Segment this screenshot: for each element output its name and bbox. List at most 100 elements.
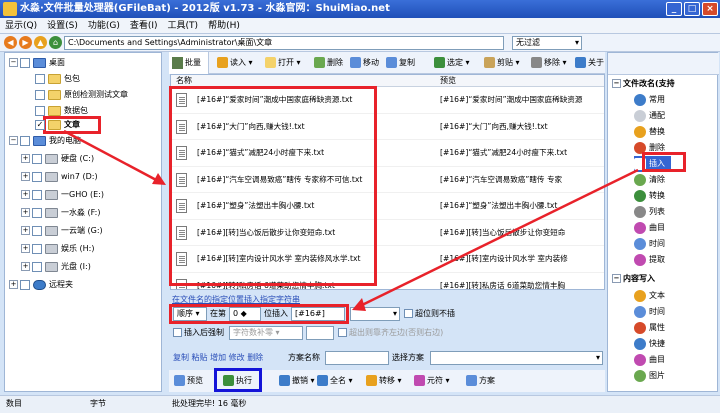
copy-button[interactable]: 复制 (386, 55, 415, 71)
modify-link[interactable]: 修改 (229, 353, 245, 362)
function-item[interactable]: 通配 (634, 108, 665, 124)
expand-icon[interactable]: + (21, 154, 30, 163)
expand-icon[interactable]: + (21, 172, 30, 181)
function-item[interactable]: 属性 (634, 320, 665, 336)
checkbox[interactable] (32, 261, 42, 272)
preview-button[interactable]: 预览 (174, 373, 203, 389)
add-link[interactable]: 增加 (210, 353, 226, 362)
tree-item-drive[interactable]: + 娱乐 (H:) (21, 241, 95, 257)
menu-help[interactable]: 帮助(H) (203, 18, 245, 34)
open-button[interactable]: 打开 ▾ (265, 55, 301, 71)
checkbox[interactable] (32, 171, 42, 182)
expand-icon[interactable]: + (21, 226, 30, 235)
expand-icon[interactable]: + (21, 208, 30, 217)
checkbox[interactable] (338, 328, 347, 337)
skip-exceed-option[interactable]: 超位则不插 (404, 307, 455, 321)
checkbox[interactable] (32, 225, 42, 236)
tree-item-drive[interactable]: + win7 (D:) (21, 169, 98, 185)
insert-text-input[interactable]: [#16#] (291, 307, 345, 321)
menu-function[interactable]: 功能(G) (83, 18, 125, 34)
expand-icon[interactable]: + (21, 244, 30, 253)
delete-button[interactable]: 删除 (314, 55, 343, 71)
close-button[interactable]: × (702, 2, 718, 16)
checkbox[interactable] (20, 57, 30, 68)
char-count-stepper[interactable] (306, 326, 334, 340)
insert-force-option[interactable]: 插入后强制 (173, 326, 224, 340)
group-rename[interactable]: − 文件改名(支持 (612, 77, 675, 91)
menu-view[interactable]: 查看(I) (125, 18, 163, 34)
char-format-select[interactable]: 字符数补零 ▾ (229, 326, 303, 340)
expand-icon[interactable]: + (21, 262, 30, 271)
checkbox[interactable] (35, 89, 45, 100)
column-preview[interactable]: 预览 (440, 75, 456, 87)
fullname-button[interactable]: 全名 ▾ (317, 373, 353, 389)
checkbox[interactable] (35, 73, 45, 84)
function-item[interactable]: 图片 (634, 368, 665, 384)
up-icon[interactable]: ▲ (34, 36, 47, 49)
collapse-icon[interactable]: − (612, 79, 621, 88)
delete-link[interactable]: 删除 (247, 353, 263, 362)
back-icon[interactable]: ◀ (4, 36, 17, 49)
function-item[interactable]: 时间 (634, 304, 665, 320)
function-item[interactable]: 曲目 (634, 220, 665, 236)
select-button[interactable]: 选定 ▾ (434, 55, 470, 71)
scheme-select[interactable]: ▾ (430, 351, 603, 365)
tree-item-drive[interactable]: + 一云端 (G:) (21, 223, 103, 239)
checkbox[interactable] (32, 189, 42, 200)
copy-link[interactable]: 复制 (173, 353, 189, 362)
tree-item-folder[interactable]: 原创检测测试文章 (35, 87, 128, 103)
remove-button[interactable]: 移除 ▾ (531, 55, 567, 71)
paste-link[interactable]: 粘贴 (192, 353, 208, 362)
function-item[interactable]: 时间 (634, 236, 665, 252)
collapse-icon[interactable]: − (9, 136, 18, 145)
tree-item-network[interactable]: + 远程夹 (9, 277, 73, 293)
checkbox-checked[interactable]: ✓ (35, 119, 45, 130)
exceed-align-option[interactable]: 超出则靠齐左边(否则右边) (338, 326, 443, 340)
function-item[interactable]: 替换 (634, 124, 665, 140)
symbol-button[interactable]: 元符 ▾ (414, 373, 450, 389)
checkbox[interactable] (20, 135, 30, 146)
expand-icon[interactable]: + (21, 190, 30, 199)
tree-item-drive[interactable]: + 一GHO (E:) (21, 187, 104, 203)
order-select[interactable]: 顺序 ▾ (173, 307, 207, 321)
function-item[interactable]: 转换 (634, 188, 665, 204)
menu-tools[interactable]: 工具(T) (163, 18, 204, 34)
move-button[interactable]: 移动 (350, 55, 379, 71)
scheme-name-input[interactable] (325, 351, 389, 365)
tree-item-computer[interactable]: − 我的电脑 (9, 133, 81, 149)
function-item[interactable]: 曲目 (634, 352, 665, 368)
home-icon[interactable]: ⌂ (49, 36, 62, 49)
path-input[interactable]: C:\Documents and Settings\Administrator\… (64, 36, 504, 50)
checkbox[interactable] (32, 153, 42, 164)
checkbox[interactable] (35, 105, 45, 116)
transfer-button[interactable]: 转移 ▾ (366, 373, 402, 389)
menu-display[interactable]: 显示(Q) (0, 18, 42, 34)
function-item[interactable]: 列表 (634, 204, 665, 220)
function-item[interactable]: 提取 (634, 252, 665, 268)
tree-item-drive[interactable]: + 光盘 (I:) (21, 259, 91, 275)
undo-button[interactable]: 撤销 ▾ (279, 373, 315, 389)
expand-icon[interactable]: + (9, 280, 18, 289)
collapse-icon[interactable]: − (9, 58, 18, 67)
minimize-button[interactable]: _ (666, 2, 682, 16)
tree-item-drive[interactable]: + 一水淼 (F:) (21, 205, 100, 221)
function-item[interactable]: 快捷 (634, 336, 665, 352)
maximize-button[interactable]: □ (684, 2, 700, 16)
forward-icon[interactable]: ▶ (19, 36, 32, 49)
function-item[interactable]: 清除 (634, 172, 665, 188)
tree-item-articles[interactable]: ✓ 文章 (35, 117, 80, 133)
scheme-button[interactable]: 方案 (466, 373, 495, 389)
group-content-write[interactable]: − 内容写入 (612, 272, 655, 286)
checkbox[interactable] (20, 279, 30, 290)
tree-item-desktop[interactable]: − 桌面 (9, 55, 65, 71)
checkbox[interactable] (404, 309, 413, 318)
clipboard-button[interactable]: 剪贴 ▾ (484, 55, 520, 71)
collapse-icon[interactable]: − (612, 274, 621, 283)
menu-settings[interactable]: 设置(S) (42, 18, 83, 34)
about-button[interactable]: 关于 (575, 55, 604, 71)
function-item[interactable]: 文本 (634, 288, 665, 304)
tree-item-folder[interactable]: 包包 (35, 71, 80, 87)
insert-text-dropdown[interactable]: ▾ (350, 307, 400, 321)
checkbox[interactable] (173, 328, 182, 337)
filter-select[interactable]: 无过滤 (512, 36, 582, 50)
